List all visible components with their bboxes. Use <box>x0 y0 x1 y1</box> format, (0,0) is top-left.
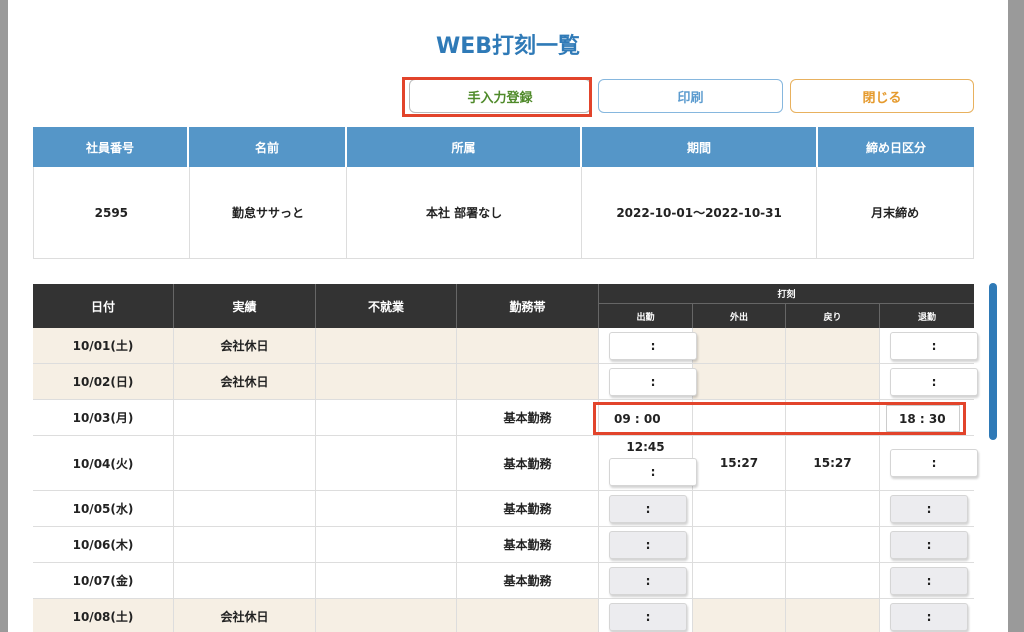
go-out-cell <box>693 491 786 526</box>
result-cell: 会社休日 <box>174 599 316 632</box>
absence-cell <box>316 563 457 598</box>
background-left <box>0 0 8 632</box>
return-cell: 15:27 <box>786 436 880 490</box>
absence-cell <box>316 328 457 363</box>
header-return: 戻り <box>786 304 880 328</box>
date-cell: 10/05(水) <box>33 491 174 526</box>
print-button[interactable]: 印刷 <box>598 79 783 113</box>
scrollbar-thumb[interactable] <box>989 283 997 440</box>
result-cell: 会社休日 <box>174 328 316 363</box>
clock-out-input[interactable]: : <box>890 603 968 631</box>
return-cell <box>786 527 880 562</box>
shift-cell <box>457 364 599 399</box>
clock-in-input[interactable]: : <box>609 603 687 631</box>
go-out-cell <box>693 328 786 363</box>
return-cell <box>786 599 880 632</box>
clock-in-input[interactable]: : <box>609 368 697 396</box>
highlight-manual-entry <box>402 77 592 117</box>
background-right <box>1008 0 1024 632</box>
table-row: 10/01(土) 会社休日 : : <box>33 328 978 364</box>
header-shift: 勤務帯 <box>457 284 599 328</box>
clock-in-stamp: 12:45 <box>626 440 665 454</box>
return-cell <box>786 563 880 598</box>
clock-in-input[interactable]: : <box>609 567 687 595</box>
table-row: 10/07(金) 基本勤務 : : <box>33 563 974 599</box>
result-cell <box>174 436 316 490</box>
employee-info-table: 社員番号 名前 所属 期間 締め日区分 2595 勤怠ササっと 本社 部署なし … <box>33 127 974 259</box>
absence-cell <box>316 527 457 562</box>
shift-cell <box>457 328 599 363</box>
date-cell: 10/08(土) <box>33 599 174 632</box>
date-cell: 10/02(日) <box>33 364 174 399</box>
clock-in-input[interactable]: : <box>609 531 687 559</box>
page-title: WEB打刻一覧 <box>435 34 581 59</box>
table-row: 10/08(土) 会社休日 : : <box>33 599 974 632</box>
result-cell <box>174 563 316 598</box>
shift-cell: 基本勤務 <box>457 491 599 526</box>
clock-out-input[interactable]: : <box>890 332 978 360</box>
header-clock-out: 退勤 <box>917 312 936 323</box>
date-cell: 10/07(金) <box>33 563 174 598</box>
clock-out-input[interactable]: : <box>890 368 978 396</box>
header-name: 名前 <box>189 127 347 167</box>
result-cell <box>174 400 316 435</box>
shift-cell: 基本勤務 <box>457 400 599 435</box>
go-out-cell: 15:27 <box>693 436 786 490</box>
header-employee-number: 社員番号 <box>33 127 189 167</box>
employee-number: 2595 <box>34 167 190 258</box>
date-cell: 10/03(月) <box>33 400 174 435</box>
result-cell <box>174 491 316 526</box>
absence-cell <box>316 400 457 435</box>
header-period: 期間 <box>582 127 818 167</box>
header-absence: 不就業 <box>316 284 457 328</box>
absence-cell <box>316 491 457 526</box>
clock-in-input[interactable]: : <box>609 332 697 360</box>
table-row: 10/04(火) 基本勤務 12:45 15:27 15:27 : : <box>33 436 978 491</box>
go-out-cell <box>693 563 786 598</box>
clock-out-input[interactable]: : <box>890 495 968 523</box>
clock-in-input[interactable]: : <box>609 458 697 486</box>
table-row: 10/06(木) 基本勤務 : : <box>33 527 974 563</box>
clock-out-input[interactable]: : <box>890 567 968 595</box>
date-cell: 10/01(土) <box>33 328 174 363</box>
table-row: 10/02(日) 会社休日 : : <box>33 364 978 400</box>
header-closing-type: 締め日区分 <box>818 127 974 167</box>
clock-out-input[interactable]: : <box>890 531 968 559</box>
employee-name: 勤怠ササっと <box>190 167 348 258</box>
shift-cell: 基本勤務 <box>457 527 599 562</box>
result-cell <box>174 527 316 562</box>
absence-cell <box>316 599 457 632</box>
result-cell: 会社休日 <box>174 364 316 399</box>
header-department: 所属 <box>347 127 582 167</box>
absence-cell <box>316 364 457 399</box>
clock-out-input[interactable]: : <box>890 449 978 477</box>
shift-cell: 基本勤務 <box>457 436 599 490</box>
header-result: 実績 <box>174 284 316 328</box>
return-cell <box>786 364 880 399</box>
header-clock-in: 出勤 <box>599 304 693 328</box>
period: 2022-10-01〜2022-10-31 <box>582 167 818 258</box>
shift-cell: 基本勤務 <box>457 563 599 598</box>
date-cell: 10/06(木) <box>33 527 174 562</box>
closing-type: 月末締め <box>871 206 920 220</box>
return-cell <box>786 491 880 526</box>
go-out-cell <box>693 599 786 632</box>
attendance-table: 日付 実績 不就業 勤務帯 打刻 出勤 外出 戻り 退勤 10/01(土) 会社… <box>33 284 978 632</box>
header-date: 日付 <box>33 284 174 328</box>
highlight-row-1003 <box>593 402 966 435</box>
go-out-cell <box>693 527 786 562</box>
clock-in-input[interactable]: : <box>609 495 687 523</box>
department: 本社 部署なし <box>347 167 582 258</box>
table-row: 10/05(水) 基本勤務 : : <box>33 491 974 527</box>
close-button[interactable]: 閉じる <box>790 79 974 113</box>
return-cell <box>786 328 880 363</box>
web-stamp-modal: WEB打刻一覧 手入力登録 印刷 閉じる 社員番号 名前 所属 期間 締め日区分… <box>8 0 1008 632</box>
header-go-out: 外出 <box>693 304 786 328</box>
shift-cell <box>457 599 599 632</box>
date-cell: 10/04(火) <box>33 436 174 490</box>
go-out-cell <box>693 364 786 399</box>
absence-cell <box>316 436 457 490</box>
header-stamp: 打刻 <box>599 284 974 304</box>
